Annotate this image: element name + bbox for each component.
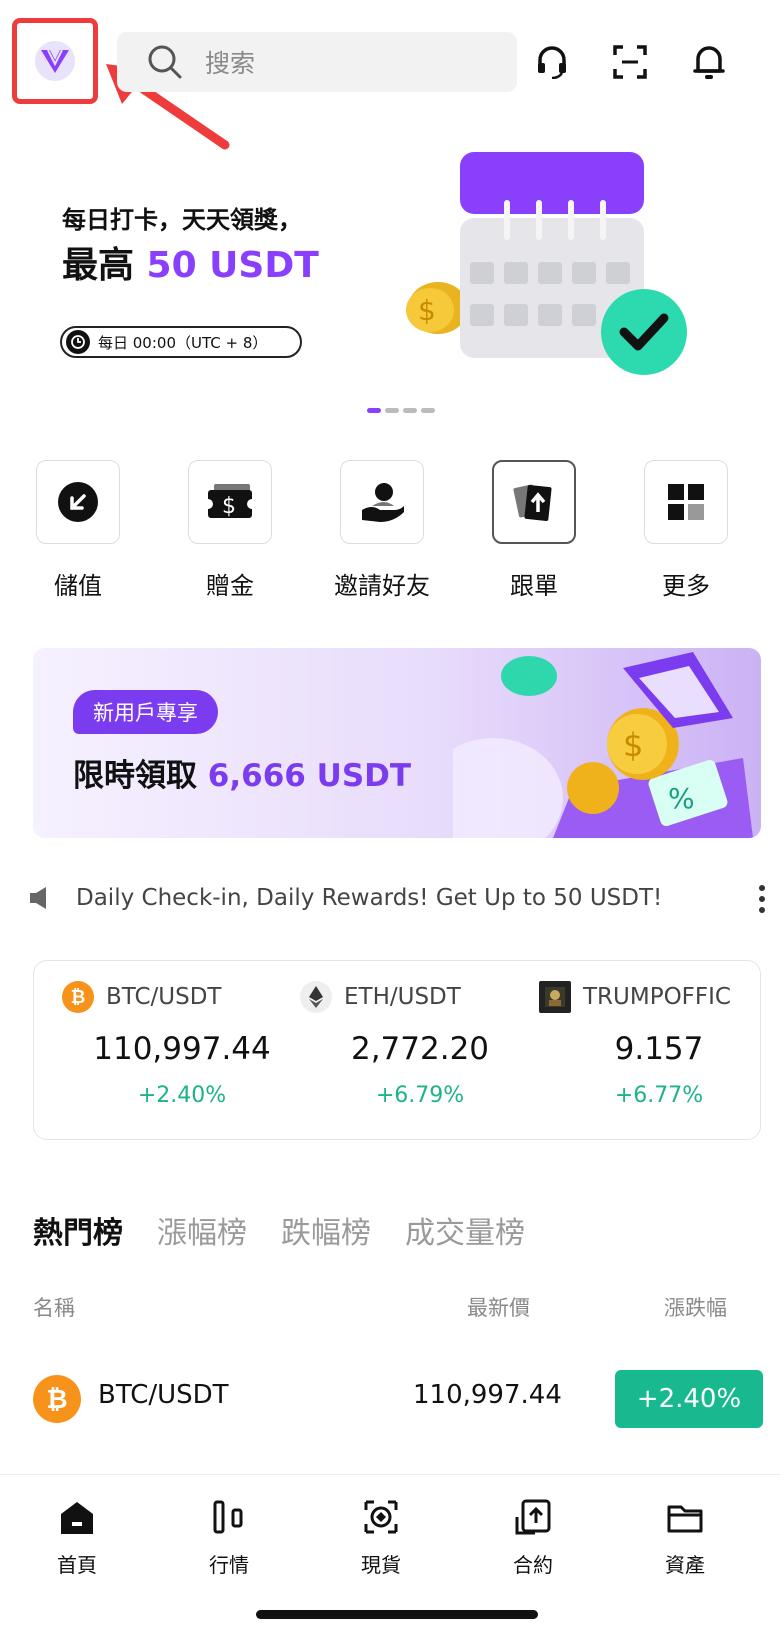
quick-action-bonus[interactable]: $ 贈金 [170, 460, 290, 601]
tab-gainers[interactable]: 漲幅榜 [157, 1208, 247, 1252]
market-price: 9.157 [614, 1031, 704, 1067]
gift-box-illustration-icon: % $ [453, 652, 753, 838]
column-header-price: 最新價 [467, 1296, 530, 1320]
nav-spot[interactable]: 現貨 [326, 1495, 436, 1578]
ranking-tabs: 熱門榜 漲幅榜 跌幅榜 成交量榜 [33, 1208, 525, 1252]
home-icon [55, 1495, 99, 1539]
quick-action-copy-trade[interactable]: 跟單 [474, 460, 594, 601]
quick-action-label: 贈金 [206, 572, 254, 600]
quick-action-invite[interactable]: 邀請好友 [322, 460, 442, 601]
promo-text: 限時領取 6,666 USDT [73, 758, 412, 794]
svg-text:$: $ [222, 494, 236, 519]
new-user-promo-banner[interactable]: 新用戶專享 限時領取 6,666 USDT % $ [33, 648, 761, 838]
more-vertical-icon[interactable] [758, 884, 766, 914]
btc-coin-icon: ₿ [62, 981, 94, 1013]
quick-action-label: 跟單 [510, 572, 558, 600]
banner-title: 每日打卡，天天領獎， [62, 206, 302, 234]
calendar-illustration-icon[interactable]: $ [400, 148, 700, 378]
row-change-badge: +2.40% [615, 1370, 763, 1428]
market-pair: ETH/USDT [344, 984, 461, 1010]
scan-icon[interactable] [608, 40, 652, 84]
nav-label: 合約 [513, 1553, 553, 1577]
banner-subtitle: 最高 50 USDT [62, 245, 319, 286]
market-item-btc[interactable]: ₿ BTC/USDT 110,997.44 +2.40% [62, 981, 302, 1108]
bottom-navigation: 首頁 行情 現貨 合約 資產 [0, 1474, 780, 1630]
banner-time-pill: 每日 00:00（UTC + 8） [60, 326, 302, 358]
column-header-name: 名稱 [33, 1296, 75, 1320]
announcement-ticker[interactable]: Daily Check-in, Daily Rewards! Get Up to… [30, 878, 760, 918]
home-indicator [256, 1610, 538, 1619]
quick-action-deposit[interactable]: 儲值 [18, 460, 138, 601]
deposit-icon [36, 460, 120, 544]
market-pair: BTC/USDT [106, 984, 222, 1010]
market-change: +2.40% [137, 1083, 227, 1108]
eth-coin-icon [300, 981, 332, 1013]
quick-action-label: 更多 [662, 572, 710, 600]
tab-hot[interactable]: 熱門榜 [33, 1208, 123, 1252]
invite-friend-icon [340, 460, 424, 544]
market-price: 110,997.44 [93, 1031, 271, 1067]
nav-label: 現貨 [361, 1553, 401, 1577]
nav-futures[interactable]: 合約 [478, 1495, 588, 1578]
market-pair: TRUMPOFFIC [583, 984, 731, 1010]
carousel-dot[interactable] [385, 408, 399, 413]
search-placeholder: 搜索 [205, 49, 256, 78]
nav-label: 首頁 [57, 1553, 97, 1577]
quick-action-label: 邀請好友 [334, 572, 430, 600]
speaker-icon [30, 887, 46, 909]
nav-home[interactable]: 首頁 [22, 1495, 132, 1578]
bell-icon[interactable] [687, 40, 731, 84]
copy-trade-icon [492, 460, 576, 544]
nav-label: 行情 [209, 1553, 249, 1577]
market-item-eth[interactable]: ETH/USDT 2,772.20 +6.79% [300, 981, 540, 1108]
cash-voucher-icon: $ [188, 460, 272, 544]
market-price: 2,772.20 [350, 1031, 490, 1067]
carousel-dot[interactable] [421, 408, 435, 413]
banner-carousel-dots[interactable] [367, 408, 435, 413]
search-input[interactable]: 搜索 [117, 32, 517, 92]
carousel-dot[interactable] [403, 408, 417, 413]
grid-more-icon [644, 460, 728, 544]
search-icon [148, 45, 182, 79]
promo-tag: 新用戶專享 [73, 690, 218, 734]
clock-icon [66, 330, 90, 354]
row-price: 110,997.44 [413, 1380, 562, 1410]
market-overview-card: ₿ BTC/USDT 110,997.44 +2.40% ETH/USDT 2,… [33, 960, 761, 1140]
spot-icon [359, 1495, 403, 1539]
carousel-dot[interactable] [367, 408, 381, 413]
btc-coin-icon: ₿ [33, 1375, 81, 1423]
nav-label: 資產 [665, 1553, 705, 1577]
market-item-trump[interactable]: TRUMPOFFIC 9.157 +6.77% [539, 981, 760, 1108]
headset-icon[interactable] [530, 40, 574, 84]
svg-text:%: % [668, 782, 695, 815]
app-logo-icon[interactable] [35, 41, 75, 81]
wallet-icon [663, 1495, 707, 1539]
market-change: +6.79% [375, 1083, 465, 1108]
svg-text:$: $ [418, 294, 436, 327]
logo-highlight-box[interactable] [12, 18, 98, 104]
quick-action-more[interactable]: 更多 [626, 460, 746, 601]
row-pair: BTC/USDT [98, 1380, 229, 1410]
announcement-text: Daily Check-in, Daily Rewards! Get Up to… [76, 885, 663, 911]
trump-coin-icon [539, 981, 571, 1013]
tab-volume[interactable]: 成交量榜 [405, 1208, 525, 1252]
quick-action-label: 儲值 [54, 572, 102, 600]
nav-market[interactable]: 行情 [174, 1495, 284, 1578]
tab-losers[interactable]: 跌幅榜 [281, 1208, 371, 1252]
market-change: +6.77% [614, 1083, 704, 1108]
table-row[interactable]: ₿ BTC/USDT 110,997.44 +2.40% [33, 1370, 763, 1428]
futures-icon [511, 1495, 555, 1539]
column-header-change: 漲跌幅 [664, 1296, 727, 1320]
market-icon [207, 1495, 251, 1539]
svg-text:$: $ [623, 726, 643, 764]
nav-assets[interactable]: 資產 [630, 1495, 740, 1578]
